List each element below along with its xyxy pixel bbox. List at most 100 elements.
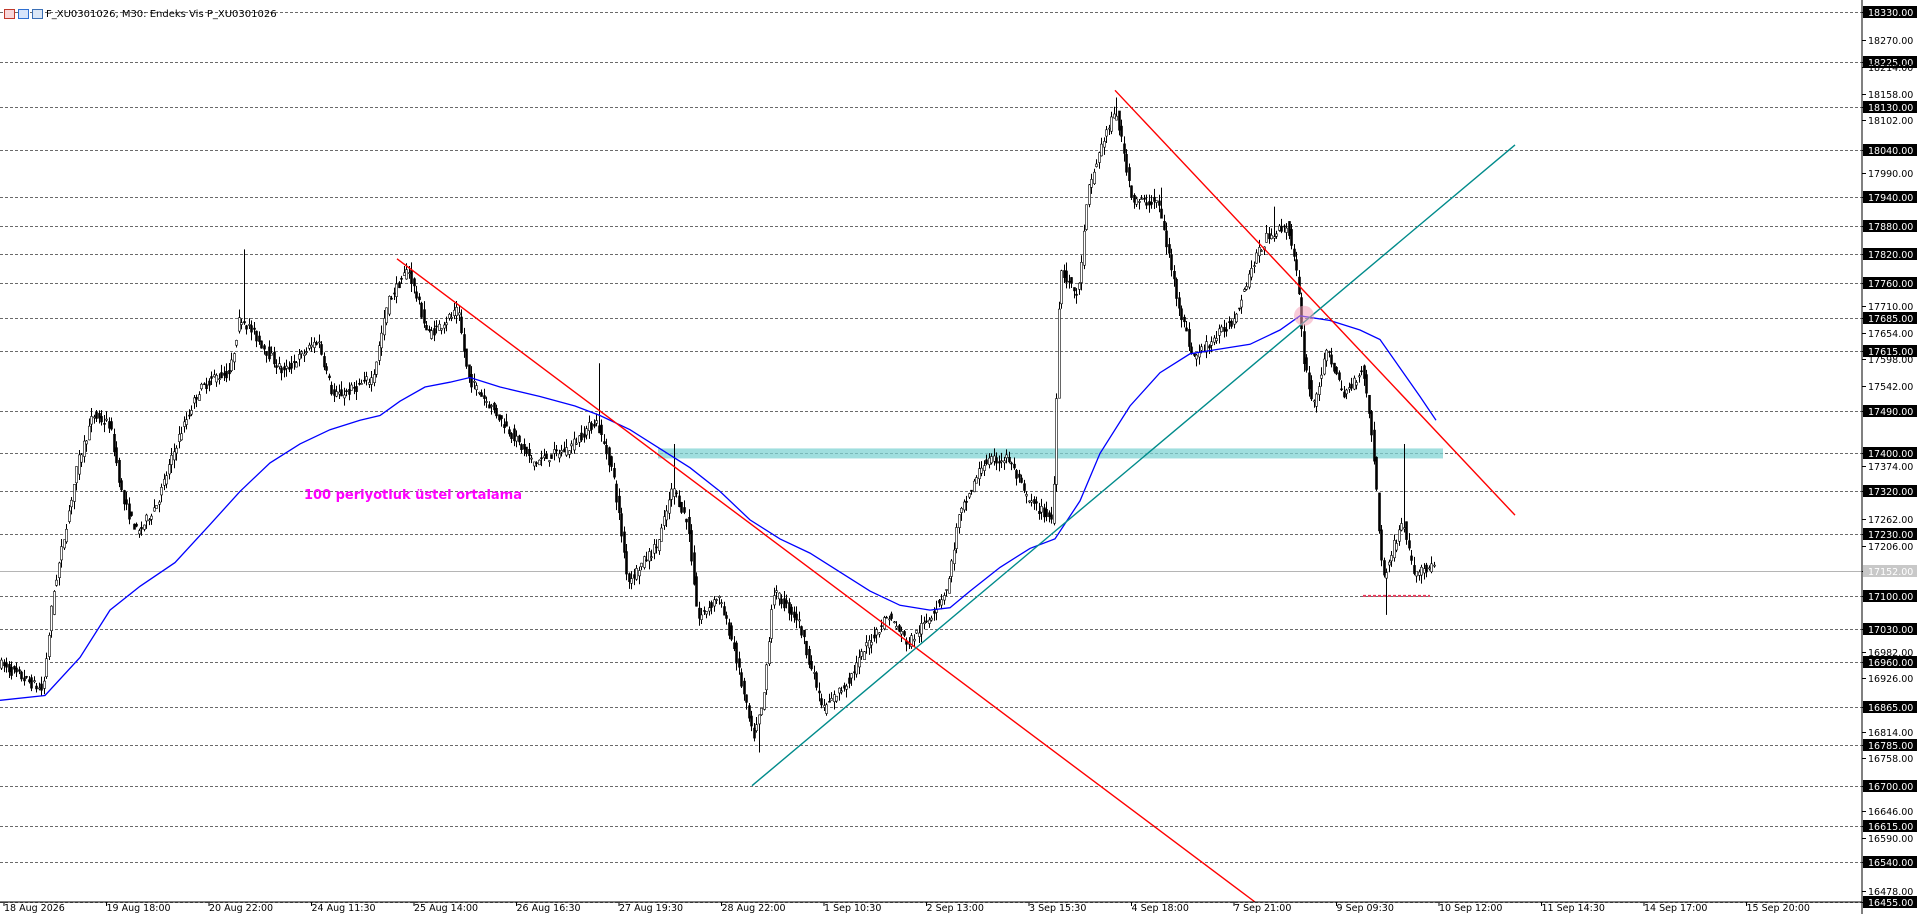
candle-body: [260, 340, 263, 349]
candle-body: [150, 515, 153, 520]
candle-body: [88, 425, 91, 441]
candle-body: [1120, 125, 1123, 137]
candle-body: [1250, 267, 1253, 278]
candle-body: [1175, 278, 1178, 299]
candle-body: [1210, 341, 1213, 346]
candle-body: [1310, 380, 1313, 400]
candle-body: [1368, 394, 1371, 414]
candle-body: [828, 701, 831, 703]
candle-body: [330, 384, 333, 395]
candle-body: [873, 634, 876, 639]
candle-body: [173, 451, 176, 461]
candle-body: [85, 440, 88, 445]
candle-body: [1378, 492, 1381, 532]
candle-body: [1420, 566, 1423, 576]
price-label: 18040.00: [1868, 146, 1913, 157]
candle-body: [75, 466, 78, 484]
time-label: 9 Sep 09:30: [1337, 903, 1394, 914]
candle-body: [1418, 571, 1421, 576]
price-label: 16590.00: [1868, 834, 1913, 845]
chart-window-icon[interactable]: [4, 9, 15, 19]
candle-body: [1345, 389, 1348, 395]
candle-body: [603, 441, 606, 444]
candle-body: [1010, 462, 1013, 465]
candle-body: [1328, 351, 1331, 353]
support-trendline[interactable]: [751, 144, 1516, 787]
candle-body: [435, 325, 438, 328]
candle-body: [1060, 270, 1063, 305]
candle-body: [1415, 570, 1418, 577]
candle-body: [525, 446, 528, 455]
candle-body: [1118, 110, 1121, 131]
candle-body: [1200, 346, 1203, 351]
candle-body: [623, 531, 626, 553]
candle-body: [93, 416, 96, 419]
time-label: 3 Sep 15:30: [1029, 903, 1086, 914]
candle-body: [363, 379, 366, 382]
candle-body: [1245, 286, 1248, 290]
candle-body: [805, 640, 808, 656]
price-label: 17100.00: [1868, 592, 1913, 603]
candle-body: [928, 619, 931, 624]
candle-body: [700, 614, 703, 620]
candle-body: [485, 401, 488, 403]
trendlines[interactable]: [396, 89, 1516, 903]
candle-body: [65, 528, 68, 543]
price-label: 18130.00: [1868, 103, 1913, 114]
candle-body: [1138, 201, 1141, 203]
candle-body: [418, 296, 421, 301]
candle-body: [590, 423, 593, 430]
candle-body: [1070, 277, 1073, 284]
candle-body: [1170, 254, 1173, 271]
price-label: 16540.00: [1868, 858, 1913, 869]
candle-body: [705, 611, 708, 615]
candle-body: [398, 282, 401, 289]
candle-body: [1398, 529, 1401, 542]
candle-body: [768, 641, 771, 665]
time-label: 28 Aug 22:00: [722, 903, 786, 914]
candle-body: [773, 595, 776, 606]
candle-body: [1065, 270, 1068, 283]
time-axis[interactable]: 18 Aug 2026 19 Aug 18:00 20 Aug 22:00 24 Au…: [3, 902, 1810, 914]
candle-body: [455, 306, 458, 316]
price-chart[interactable]: 18330.0018270.0018225.0018214.0018158.00…: [0, 0, 1920, 914]
candle-body: [290, 362, 293, 369]
candle-body: [1093, 171, 1096, 185]
candle-body: [668, 499, 671, 514]
candle-body: [940, 599, 943, 606]
time-label: 10 Sep 12:00: [1439, 903, 1502, 914]
resistance-trendline[interactable]: [396, 258, 1256, 903]
candle-body: [183, 421, 186, 427]
price-label: 17320.00: [1868, 487, 1913, 498]
price-zone[interactable]: [658, 448, 1443, 459]
candle-body: [1125, 154, 1128, 173]
candle-body: [195, 396, 198, 400]
candle-body: [320, 344, 323, 355]
candle-body: [1045, 508, 1048, 517]
candle-body: [625, 551, 628, 575]
price-label: 16646.00: [1868, 807, 1913, 818]
candle-body: [863, 651, 866, 660]
candle-body: [423, 309, 426, 324]
candle-body: [1110, 116, 1113, 132]
candle-body: [710, 602, 713, 608]
candle-body: [555, 449, 558, 452]
bar-chart-icon[interactable]: [32, 9, 43, 19]
candle-body: [1123, 143, 1126, 154]
price-zones[interactable]: [658, 448, 1443, 597]
candle-body: [780, 598, 783, 605]
candle-body: [1370, 411, 1373, 436]
candle-body: [470, 373, 473, 388]
candle-body: [1430, 563, 1433, 573]
candle-body: [825, 704, 828, 714]
candle-body: [110, 421, 113, 430]
candle-body: [1385, 572, 1388, 579]
candle-body: [758, 714, 761, 725]
candle-body: [180, 433, 183, 441]
candle-body: [118, 460, 121, 483]
candle-body: [1258, 247, 1261, 257]
indicator-icon[interactable]: [18, 9, 29, 19]
candle-body: [1003, 460, 1006, 464]
candle-body: [270, 352, 273, 356]
candle-body: [725, 615, 728, 619]
